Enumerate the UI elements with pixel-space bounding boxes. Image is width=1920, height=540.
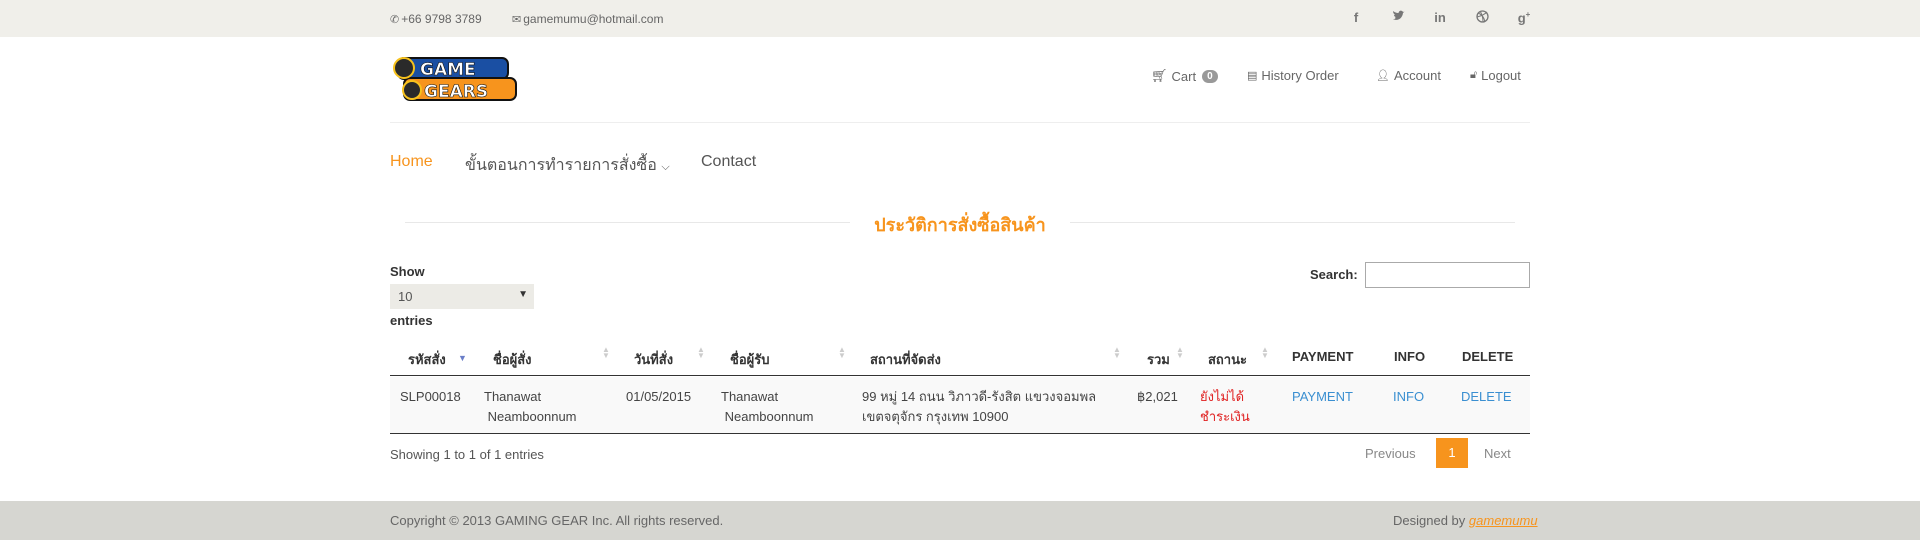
logout-link[interactable]: 🔓︎ Logout: [1470, 68, 1521, 83]
twitter-icon[interactable]: [1377, 10, 1419, 26]
page-size-select[interactable]: 10 ▼: [390, 284, 534, 309]
sort-icon[interactable]: ▲ ▼: [1261, 346, 1269, 360]
nav-contact[interactable]: Contact: [701, 153, 756, 171]
cell-orderer: Thanawat Neamboonnum: [484, 387, 577, 427]
payment-link[interactable]: PAYMENT: [1292, 387, 1353, 407]
phone-icon: ✆: [390, 13, 400, 26]
page-size-value: 10: [398, 289, 413, 304]
phone-number: +66 9798 3789: [401, 12, 482, 26]
th-total[interactable]: รวม: [1147, 349, 1170, 370]
sort-icon[interactable]: ▲ ▼: [1176, 346, 1184, 360]
history-order-label: History Order: [1261, 68, 1339, 83]
delete-link[interactable]: DELETE: [1461, 387, 1512, 407]
top-bar: ✆ +66 9798 3789 ✉ gamemumu@hotmail.com f…: [0, 0, 1920, 37]
copyright-text: Copyright © 2013 GAMING GEAR Inc. All ri…: [390, 513, 724, 528]
sort-icon[interactable]: ▲ ▼: [1113, 346, 1121, 360]
th-status[interactable]: สถานะ: [1208, 349, 1247, 370]
cell-address-line2: เขตจตุจักร กรุงเทพ 10900: [862, 409, 1009, 424]
social-links: f in g+: [1335, 10, 1545, 26]
user-icon: 👤︎: [1376, 70, 1390, 82]
logo-text-gears: GEARS: [424, 82, 488, 102]
caret-down-icon: ▼: [518, 289, 528, 300]
search-input[interactable]: [1365, 262, 1530, 288]
chevron-down-icon: ⌵: [661, 161, 670, 173]
cell-status: ยังไม่ได้ ชำระเงิน: [1200, 387, 1250, 427]
cell-total: ฿2,021: [1137, 389, 1178, 404]
cell-receiver-last: Neamboonnum: [724, 409, 814, 424]
logout-label: Logout: [1481, 68, 1521, 83]
cell-receiver-first: Thanawat: [721, 389, 779, 404]
th-shipping-address[interactable]: สถานที่จัดส่ง: [870, 349, 941, 370]
cart-label: Cart: [1171, 68, 1197, 84]
envelope-icon: ✉: [512, 13, 522, 26]
th-delete: DELETE: [1462, 349, 1514, 364]
account-label: Account: [1393, 68, 1441, 83]
unlock-icon: 🔓︎: [1470, 69, 1478, 81]
cell-receiver: Thanawat Neamboonnum: [721, 387, 814, 427]
facebook-icon[interactable]: f: [1335, 10, 1377, 26]
footer: Copyright © 2013 GAMING GEAR Inc. All ri…: [0, 501, 1920, 540]
cart-icon: 🛒︎: [1151, 68, 1168, 83]
status-line1: ยังไม่ได้: [1200, 389, 1245, 404]
cart-count-badge: 0: [1202, 69, 1218, 83]
pagination-previous[interactable]: Previous: [1365, 446, 1416, 461]
email-address[interactable]: gamemumu@hotmail.com: [523, 12, 663, 26]
th-order-date[interactable]: วันที่สั่ง: [634, 349, 673, 370]
nav-order-steps-label: ขั้นตอนการทำรายการสั่งซื้อ: [465, 157, 657, 174]
google-plus-icon[interactable]: g+: [1503, 10, 1545, 26]
dribbble-icon[interactable]: [1461, 10, 1503, 26]
status-line2: ชำระเงิน: [1200, 409, 1250, 424]
info-link[interactable]: INFO: [1393, 387, 1424, 407]
cell-order-id: SLP00018: [400, 389, 461, 404]
th-payment: PAYMENT: [1292, 349, 1354, 364]
table-row: SLP00018 Thanawat Neamboonnum 01/05/2015…: [390, 377, 1530, 434]
search-label: Search:: [1310, 267, 1358, 282]
pagination-next[interactable]: Next: [1484, 446, 1511, 461]
designer-link[interactable]: gamemumu: [1469, 513, 1538, 528]
sort-icon[interactable]: ▲ ▼: [697, 346, 705, 360]
email-contact[interactable]: ✉ gamemumu@hotmail.com: [512, 12, 663, 26]
cell-address-line1: 99 หมู่ 14 ถนน วิภาวดี-รังสิต แขวงจอมพล: [862, 389, 1097, 404]
designed-by-label: Designed by: [1393, 513, 1466, 528]
nav-order-steps[interactable]: ขั้นตอนการทำรายการสั่งซื้อ ⌵: [465, 153, 670, 178]
table-info: Showing 1 to 1 of 1 entries: [390, 447, 544, 462]
list-icon: ▤: [1247, 70, 1258, 82]
th-receiver[interactable]: ชื่อผู้รับ: [730, 349, 769, 370]
page-title: ประวัติการสั่งซื้อสินค้า: [874, 215, 1046, 235]
logo-text-game: GAME: [420, 60, 476, 80]
pagination-page-1[interactable]: 1: [1436, 438, 1468, 468]
designed-by: Designed by gamemumu: [1393, 513, 1538, 528]
game-gears-logo[interactable]: GAME GEARS: [390, 54, 530, 104]
th-orderer[interactable]: ชื่อผู้สั่ง: [493, 349, 532, 370]
phone-contact: ✆ +66 9798 3789: [390, 12, 482, 26]
cart-link[interactable]: 🛒︎ Cart 0: [1151, 68, 1218, 84]
sort-icon[interactable]: ▲ ▼: [602, 346, 610, 360]
show-label: Show: [390, 264, 425, 279]
cell-order-date: 01/05/2015: [626, 389, 692, 404]
nav-home[interactable]: Home: [390, 153, 433, 171]
account-link[interactable]: 👤︎ Account: [1376, 68, 1441, 83]
table-header: รหัสสั่ง ▼ ชื่อผู้สั่ง ▲ ▼ วันที่สั่ง ▲ ▼ …: [390, 342, 1530, 376]
cell-orderer-first: Thanawat: [484, 389, 542, 404]
history-order-link[interactable]: ▤ History Order: [1247, 68, 1339, 83]
header-divider: [390, 122, 1530, 123]
sort-desc-icon[interactable]: ▼: [458, 353, 467, 363]
linkedin-icon[interactable]: in: [1419, 10, 1461, 26]
cell-orderer-last: Neamboonnum: [487, 409, 577, 424]
th-order-id[interactable]: รหัสสั่ง: [408, 349, 446, 370]
cell-address: 99 หมู่ 14 ถนน วิภาวดี-รังสิต แขวงจอมพล …: [862, 387, 1096, 427]
th-info: INFO: [1394, 349, 1426, 364]
entries-label: entries: [390, 313, 433, 328]
sort-icon[interactable]: ▲ ▼: [838, 346, 846, 360]
